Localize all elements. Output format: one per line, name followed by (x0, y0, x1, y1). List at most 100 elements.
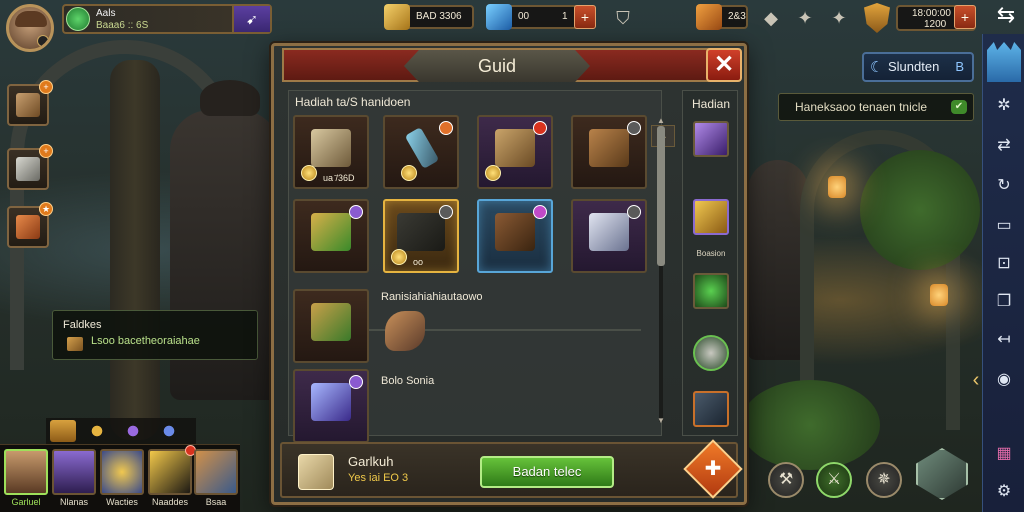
rail-record-icon[interactable]: ◉ (992, 368, 1016, 392)
gift-button[interactable]: ★ (7, 202, 53, 248)
rail-apps-icon[interactable]: ▦ (992, 442, 1016, 466)
scroll-down-icon[interactable]: ▼ (655, 416, 667, 426)
skill-button[interactable]: ✵ (866, 462, 902, 498)
exit-icon[interactable]: ⇆ (992, 2, 1020, 30)
rail-copy-icon[interactable]: ❐ (992, 290, 1016, 314)
hero-card[interactable]: Wacties (100, 449, 144, 512)
chest-icon (16, 93, 40, 117)
hero-card[interactable]: Naaddes (148, 445, 196, 512)
silver-gift-icon (589, 213, 629, 251)
rarity-badge (627, 121, 641, 135)
item-slot[interactable] (293, 369, 369, 443)
collapse-arrow-icon[interactable]: ‹ (968, 366, 984, 394)
item-quantity: oo (413, 257, 424, 267)
gold-resource[interactable]: BAD 3306 (384, 4, 474, 30)
footer-subtitle: Yes iai EO 3 (348, 472, 409, 484)
player-menu-button[interactable]: ➹ (232, 6, 270, 32)
rarity-badge (533, 121, 547, 135)
section-b-label: Bolo Sonia (381, 375, 435, 387)
background-hero-hat (200, 80, 260, 116)
add-time-button[interactable]: + (954, 5, 976, 29)
player-avatar[interactable] (6, 4, 54, 52)
close-button[interactable]: ✕ (706, 48, 742, 82)
item-slot[interactable] (293, 199, 369, 273)
rail-settings-icon[interactable]: ✲ (992, 94, 1016, 118)
background-tree (110, 60, 160, 440)
item-slot[interactable] (293, 289, 369, 363)
potion-crate-icon (311, 213, 351, 251)
tab-magic-filter[interactable] (120, 420, 146, 442)
add-gems-button[interactable]: + (574, 5, 596, 29)
item-slot[interactable] (571, 199, 647, 273)
gem-resource[interactable]: 00 1 + (486, 4, 596, 30)
cannon-chest-icon (397, 213, 445, 251)
item-slot[interactable] (477, 115, 553, 189)
side-item-slot[interactable] (693, 335, 729, 371)
avatar-hair (15, 11, 47, 27)
tools-button[interactable]: ⚒ (768, 462, 804, 498)
side-item-slot[interactable] (693, 199, 729, 235)
hero-card[interactable]: Nlanas (52, 449, 96, 512)
dialog-title: Guid (404, 50, 590, 82)
item-slot[interactable] (383, 115, 459, 189)
player-info-bar[interactable]: Aals Baaa6 :: 6S ➹ (62, 4, 272, 34)
scroll-up-icon[interactable]: ▲ (655, 116, 667, 126)
star-icon[interactable]: ✦ (792, 5, 818, 31)
forge-button[interactable]: + (7, 144, 53, 190)
item-slot[interactable] (571, 115, 647, 189)
tooltip-text: Lsoo bacetheoraiahae (91, 335, 200, 347)
rail-window-icon[interactable]: ▭ (992, 214, 1016, 238)
section-a-label: Ranisiahiahiautaowo (381, 291, 483, 303)
player-rank-gem-icon (66, 7, 90, 31)
hero-name: Naaddes (151, 497, 189, 507)
item-slot[interactable] (477, 199, 553, 273)
castle-icon[interactable] (987, 42, 1021, 82)
wooden-chest-icon (495, 213, 535, 251)
item-quantity: ua ̄/36D (323, 173, 355, 183)
hero-card[interactable]: Bsaa (194, 449, 238, 512)
side-item-slot[interactable] (693, 391, 729, 427)
token-resource[interactable]: 2&3 (696, 4, 748, 30)
hero-card[interactable]: Garluel (4, 449, 48, 512)
rail-download-icon[interactable]: ⊡ (992, 252, 1016, 276)
quest-notice[interactable]: Haneksaoo tenaen tnicle ✔ (778, 93, 974, 121)
confirm-button[interactable]: Badan telec (480, 456, 614, 488)
gold-chest-icon (384, 4, 410, 30)
gift-icon (16, 215, 40, 239)
crossed-swords-button[interactable]: ⚔ (816, 462, 852, 498)
tab-chest-filter[interactable] (50, 420, 76, 442)
gauntlet-icon[interactable]: ◆ (758, 5, 784, 31)
guild-shield-icon[interactable] (864, 3, 890, 33)
crystal-sword-icon (311, 383, 351, 421)
dialog-header: Guid (282, 48, 710, 82)
rail-back-icon[interactable]: ↤ (992, 328, 1016, 352)
timer-line-2: 1200 (924, 19, 947, 30)
timer-resource[interactable]: 18:00:00 1200 + (896, 5, 976, 31)
side-rewards-panel: Hadian Boasion (682, 90, 738, 436)
helmet-icon[interactable]: ⛉ (610, 5, 636, 31)
rail-share-icon[interactable]: ⇄ (992, 134, 1016, 158)
scroll-thumb[interactable] (657, 126, 665, 266)
attack-gem-button[interactable] (916, 448, 968, 500)
rewards-scrollbar[interactable]: ▲ ▼ (655, 116, 667, 434)
action-diamond-button[interactable]: ✚ (683, 439, 743, 499)
coin-icon (391, 249, 407, 265)
rail-history-icon[interactable]: ↻ (992, 174, 1016, 198)
mission-button[interactable]: ☾ Slundten B (862, 52, 974, 82)
hero-portrait (100, 449, 144, 495)
item-tooltip: Faldkes Lsoo bacetheoraiahae (52, 310, 258, 360)
notice-text: Haneksaoo tenaen tnicle (795, 100, 928, 114)
inventory-chest-button[interactable]: + (7, 80, 53, 126)
rail-gear-icon[interactable]: ⚙ (992, 480, 1016, 504)
side-item-slot[interactable] (693, 121, 729, 157)
side-item-slot[interactable] (693, 273, 729, 309)
gold-amount: BAD 3306 (416, 11, 462, 22)
item-slot[interactable]: oo (383, 199, 459, 273)
timer-line-1: 18:00:00 (912, 8, 951, 19)
tab-gold-filter[interactable] (84, 420, 110, 442)
tab-crystal-filter[interactable] (156, 420, 182, 442)
item-slot[interactable]: ua ̄/36D (293, 115, 369, 189)
star-icon[interactable]: ✦ (826, 5, 852, 31)
hero-name: Wacties (106, 497, 138, 507)
side-item-label: Boasion (696, 249, 726, 258)
